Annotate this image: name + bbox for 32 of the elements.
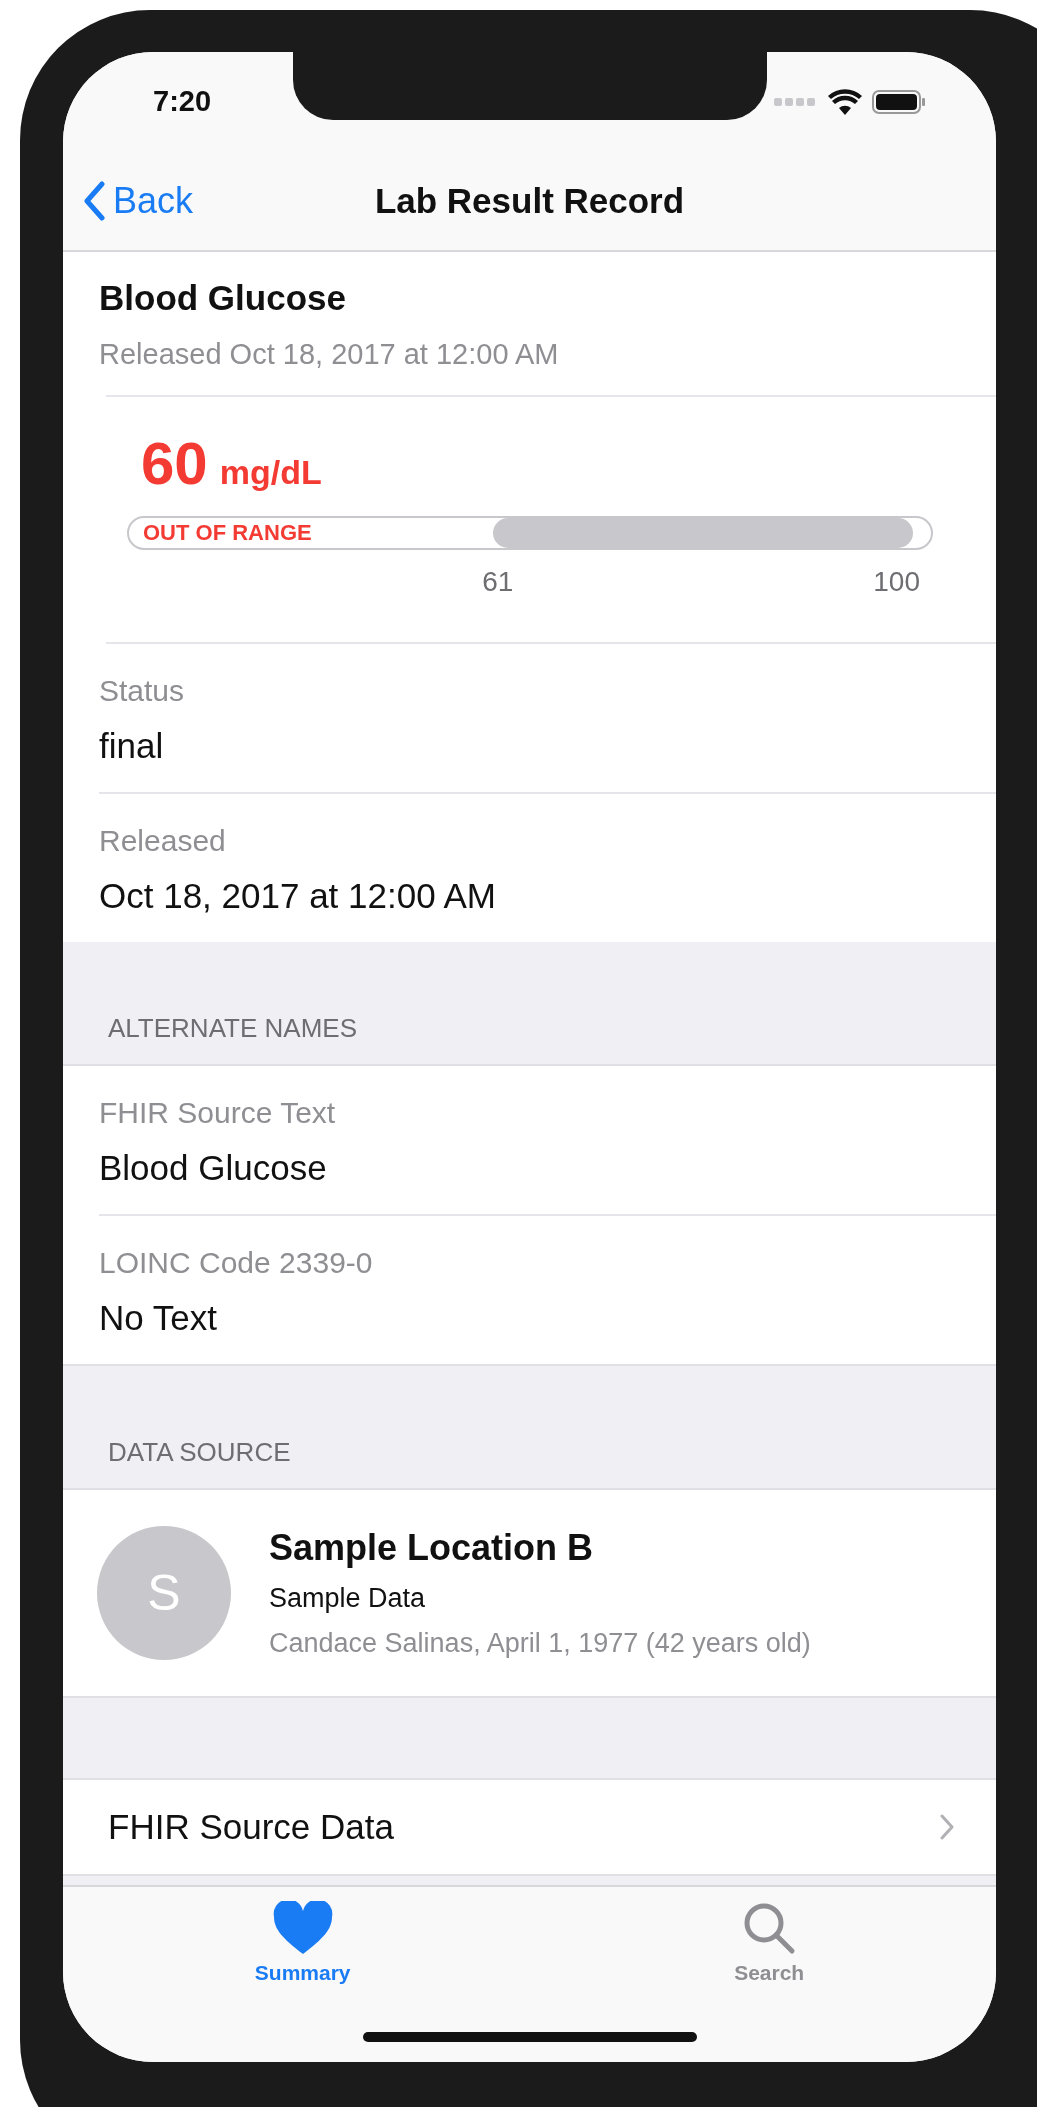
- tab[interactable]: Search: [728, 1887, 811, 1986]
- source-data-row[interactable]: FHIR Source Data: [63, 1778, 996, 1876]
- range-tick: 61: [482, 566, 514, 598]
- field-value: Oct 18, 2017 at 12:00 AM: [99, 876, 497, 916]
- field-value: No Text: [99, 1298, 219, 1338]
- back-button[interactable]: Back: [63, 180, 194, 222]
- result-unit: mg/dL: [219, 453, 322, 492]
- screen-title: Lab Result Record: [374, 181, 685, 221]
- signal-icon: [774, 98, 818, 106]
- field-label: Released: [99, 824, 227, 858]
- status-time: 7:20: [153, 84, 212, 118]
- chevron-right-icon: [940, 1814, 954, 1840]
- released-subtitle: Released Oct 18, 2017 at 12:00 AM: [99, 338, 560, 371]
- result-value: 60: [141, 429, 208, 498]
- source-name: Sample Location B: [269, 1527, 595, 1569]
- result-name: Blood Glucose: [99, 278, 347, 318]
- chevron-left-icon: [83, 181, 105, 221]
- source-subtitle: Sample Data: [269, 1583, 427, 1614]
- tab[interactable]: Summary: [248, 1887, 357, 1986]
- field-value: final: [99, 726, 165, 766]
- heart-icon: [272, 1901, 333, 1955]
- field-label: FHIR Source Text: [99, 1096, 337, 1130]
- field-label: LOINC Code 2339-0: [99, 1246, 374, 1280]
- battery-icon: [872, 90, 926, 114]
- field-value: Blood Glucose: [99, 1148, 328, 1188]
- range-tick: 100: [873, 566, 920, 598]
- search-icon: [742, 1901, 797, 1955]
- field-label: Status: [99, 674, 186, 708]
- patient-info: Candace Salinas, April 1, 1977 (42 years old): [269, 1628, 811, 1659]
- avatar: S: [97, 1526, 231, 1660]
- wifi-icon: [828, 89, 862, 115]
- range-status: OUT OF RANGE: [143, 520, 312, 546]
